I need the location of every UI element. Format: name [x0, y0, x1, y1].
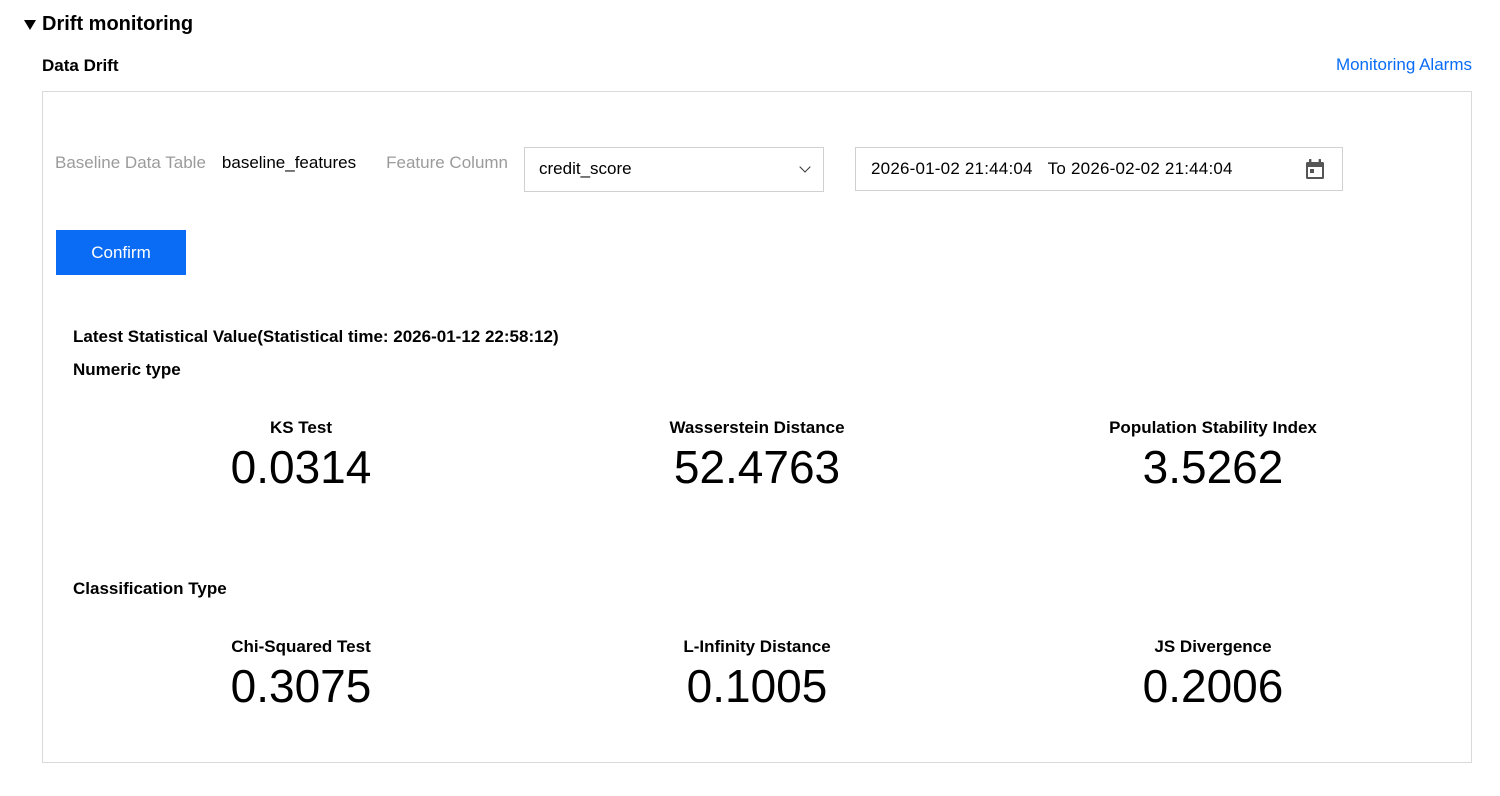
- metric-label: Chi-Squared Test: [231, 637, 371, 656]
- section-title: Drift monitoring: [42, 12, 194, 35]
- date-start[interactable]: 2026-01-02 21:44:04: [871, 159, 1033, 179]
- section-toggle[interactable]: Drift monitoring: [24, 10, 193, 38]
- metric-value: 0.3075: [230, 660, 372, 712]
- classification-type-title: Classification Type: [73, 579, 227, 598]
- metric-value: 0.0314: [230, 441, 372, 493]
- metric-label: KS Test: [269, 418, 333, 437]
- confirm-button[interactable]: Confirm: [56, 230, 186, 275]
- metric-value: 3.5262: [1142, 441, 1284, 493]
- drift-panel: Baseline Data Table baseline_features Fe…: [42, 91, 1472, 763]
- baseline-table-value: baseline_features: [221, 153, 357, 172]
- metric-population-stability-index: Population Stability Index 3.5262: [985, 417, 1441, 493]
- feature-column-label: Feature Column: [386, 153, 509, 172]
- drift-monitoring-page: Drift monitoring Data Drift Monitoring A…: [0, 0, 1500, 796]
- metric-label: L-Infinity Distance: [683, 637, 831, 656]
- statistics-title: Latest Statistical Value(Statistical tim…: [73, 327, 559, 346]
- date-range-picker[interactable]: 2026-01-02 21:44:04 To 2026-02-02 21:44:…: [855, 147, 1344, 191]
- classification-metrics-row: Chi-Squared Test 0.3075 L-Infinity Dista…: [73, 636, 1443, 712]
- feature-column-selected: credit_score: [539, 159, 632, 178]
- metric-l-infinity-distance: L-Infinity Distance 0.1005: [529, 636, 985, 712]
- metric-wasserstein-distance: Wasserstein Distance 52.4763: [529, 417, 985, 493]
- metric-value: 0.1005: [686, 660, 828, 712]
- metric-value: 52.4763: [673, 441, 841, 493]
- metric-ks-test: KS Test 0.0314: [73, 417, 529, 493]
- metric-label: JS Divergence: [1154, 637, 1272, 656]
- metric-js-divergence: JS Divergence 0.2006: [985, 636, 1441, 712]
- date-end[interactable]: 2026-02-02 21:44:04: [1071, 159, 1233, 179]
- calendar-icon[interactable]: [1303, 157, 1327, 181]
- date-to-label: To: [1047, 159, 1067, 178]
- metric-chi-squared-test: Chi-Squared Test 0.3075: [73, 636, 529, 712]
- triangle-down-icon[interactable]: [24, 19, 36, 30]
- data-drift-title: Data Drift: [42, 56, 119, 75]
- baseline-table-label: Baseline Data Table: [55, 153, 206, 172]
- monitoring-alarms-link[interactable]: Monitoring Alarms: [1336, 55, 1472, 75]
- metric-label: Wasserstein Distance: [669, 418, 845, 437]
- metric-value: 0.2006: [1142, 660, 1284, 712]
- numeric-type-title: Numeric type: [73, 360, 181, 379]
- chevron-down-icon[interactable]: [799, 160, 811, 173]
- numeric-metrics-row: KS Test 0.0314 Wasserstein Distance 52.4…: [73, 417, 1443, 493]
- feature-column-select[interactable]: credit_score: [524, 146, 825, 192]
- filter-row: Baseline Data Table baseline_features Fe…: [55, 146, 1344, 192]
- metric-label: Population Stability Index: [1109, 418, 1317, 437]
